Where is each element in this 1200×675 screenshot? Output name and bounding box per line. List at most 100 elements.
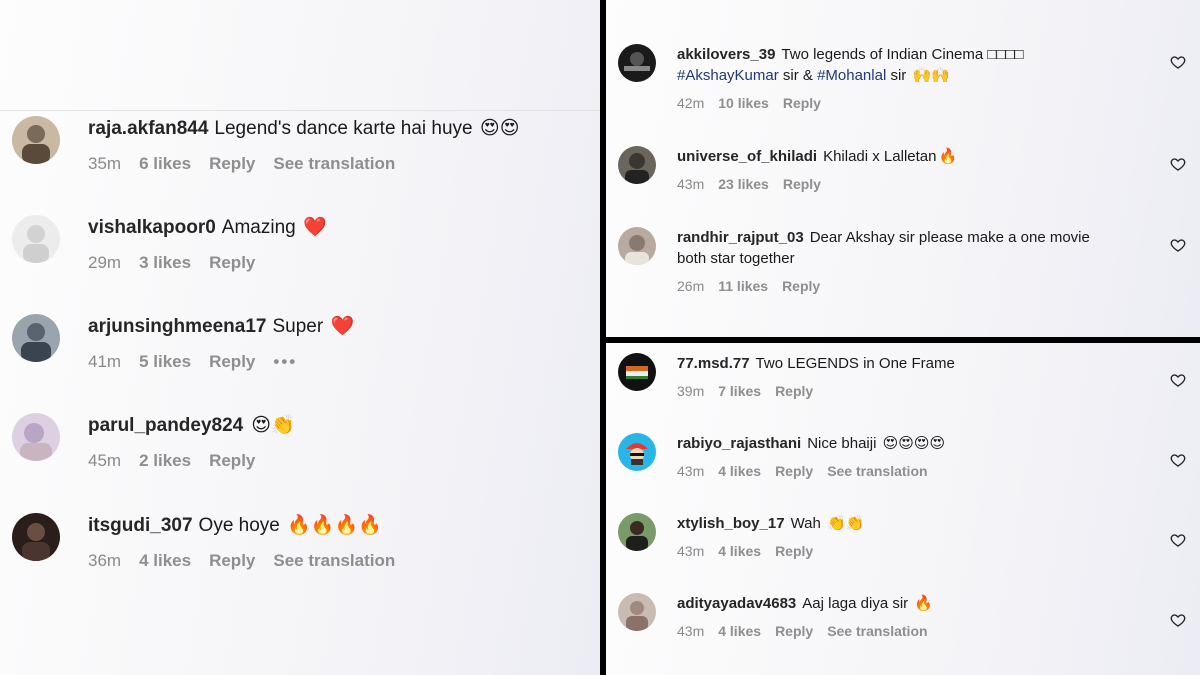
comment-meta: 41m 5 likes Reply •••	[88, 352, 560, 372]
likes-count[interactable]: 4 likes	[139, 551, 191, 571]
hashtag-link[interactable]: #Mohanlal	[817, 67, 886, 84]
comment-text: Nice bhaiji	[807, 435, 877, 452]
comment-meta: 39m 7 likes Reply	[677, 383, 1160, 399]
comment-body: universe_of_khiladi Khiladi x Lalletan 🔥 4…	[677, 146, 1160, 192]
comment-body: randhir_rajput_03 Dear Akshay sir please …	[677, 227, 1160, 294]
like-heart-icon[interactable]	[1170, 156, 1186, 172]
username-link[interactable]: raja.akfan844	[88, 118, 208, 139]
comment-body: adityayadav4683 Aaj laga diya sir 🔥 43m 4…	[677, 593, 1160, 639]
comment-meta: 26m 11 likes Reply	[677, 278, 1160, 294]
username-link[interactable]: rabiyo_rajasthani	[677, 435, 801, 452]
comment-meta: 29m 3 likes Reply	[88, 253, 560, 273]
likes-count[interactable]: 4 likes	[718, 463, 761, 479]
likes-count[interactable]: 3 likes	[139, 253, 191, 273]
reply-button[interactable]: Reply	[782, 278, 820, 294]
timestamp: 36m	[88, 551, 122, 570]
comment-text-line: universe_of_khiladi Khiladi x Lalletan 🔥	[677, 146, 1160, 167]
timestamp: 42m	[677, 95, 705, 111]
likes-count[interactable]: 7 likes	[718, 383, 761, 399]
likes-count[interactable]: 6 likes	[139, 154, 191, 174]
emoji: 😍👏	[251, 415, 295, 436]
like-heart-icon[interactable]	[1170, 452, 1186, 468]
comment-meta: 36m 4 likes Reply See translation	[88, 551, 560, 571]
emoji: ❤️	[330, 316, 355, 337]
emoji: 🔥	[938, 148, 958, 165]
reply-button[interactable]: Reply	[783, 176, 821, 192]
comment-text-line: arjunsinghmeena17 Super ❤️	[88, 314, 560, 340]
comment-body: xtylish_boy_17 Wah 👏👏 43m 4 likes Reply	[677, 513, 1160, 559]
reply-button[interactable]: Reply	[775, 543, 813, 559]
see-translation-button[interactable]: See translation	[273, 154, 395, 174]
avatar[interactable]	[618, 593, 656, 631]
avatar[interactable]	[12, 413, 60, 461]
comment-text-line: xtylish_boy_17 Wah 👏👏	[677, 513, 1160, 534]
reply-button[interactable]: Reply	[209, 253, 255, 273]
emoji: 🙌🙌	[912, 67, 950, 84]
see-translation-button[interactable]: See translation	[273, 551, 395, 571]
comment-text-line: randhir_rajput_03 Dear Akshay sir please …	[677, 227, 1160, 248]
avatar[interactable]	[12, 116, 60, 164]
reply-button[interactable]: Reply	[775, 383, 813, 399]
comment-text-line: 77.msd.77 Two LEGENDS in One Frame	[677, 353, 1160, 374]
username-link[interactable]: universe_of_khiladi	[677, 148, 817, 165]
likes-count[interactable]: 23 likes	[718, 176, 769, 192]
timestamp: 39m	[677, 383, 705, 399]
comment-body: raja.akfan844 Legend's dance karte hai hu…	[88, 116, 560, 174]
timestamp: 43m	[677, 623, 705, 639]
avatar[interactable]	[618, 513, 656, 551]
hashtag-link[interactable]: #AkshayKumar	[677, 67, 779, 84]
username-link[interactable]: xtylish_boy_17	[677, 515, 785, 532]
avatar[interactable]	[618, 146, 656, 184]
reply-button[interactable]: Reply	[209, 352, 255, 372]
username-link[interactable]: adityayadav4683	[677, 595, 796, 612]
username-link[interactable]: vishalkapoor0	[88, 217, 216, 238]
reply-button[interactable]: Reply	[775, 623, 813, 639]
comment-body: vishalkapoor0 Amazing ❤️ 29m 3 likes Repl…	[88, 215, 560, 273]
avatar[interactable]	[12, 314, 60, 362]
avatar[interactable]	[12, 215, 60, 263]
comment-meta: 35m 6 likes Reply See translation	[88, 154, 560, 174]
reply-button[interactable]: Reply	[209, 154, 255, 174]
reply-button[interactable]: Reply	[209, 451, 255, 471]
username-link[interactable]: randhir_rajput_03	[677, 229, 804, 246]
reply-button[interactable]: Reply	[783, 95, 821, 111]
username-link[interactable]: itsgudi_307	[88, 515, 193, 536]
left-comments-panel: raja.akfan844 Legend's dance karte hai hu…	[0, 0, 600, 675]
likes-count[interactable]: 4 likes	[718, 543, 761, 559]
like-heart-icon[interactable]	[1170, 54, 1186, 70]
username-link[interactable]: parul_pandey824	[88, 415, 243, 436]
likes-count[interactable]: 11 likes	[718, 278, 768, 294]
avatar[interactable]	[618, 227, 656, 265]
emoji: 🔥🔥🔥🔥	[287, 515, 382, 536]
username-link[interactable]: 77.msd.77	[677, 355, 750, 372]
timestamp: 35m	[88, 154, 122, 173]
likes-count[interactable]: 2 likes	[139, 451, 191, 471]
reply-button[interactable]: Reply	[775, 463, 813, 479]
comment-meta: 43m 4 likes Reply	[677, 543, 1160, 559]
avatar[interactable]	[618, 433, 656, 471]
comment-body: 77.msd.77 Two LEGENDS in One Frame 39m 7 …	[677, 353, 1160, 399]
avatar[interactable]	[12, 513, 60, 561]
username-link[interactable]: arjunsinghmeena17	[88, 316, 266, 337]
comment-text: Oye hoye	[198, 515, 280, 536]
likes-count[interactable]: 5 likes	[139, 352, 191, 372]
more-options-icon[interactable]: •••	[273, 352, 297, 372]
timestamp: 43m	[677, 176, 705, 192]
like-heart-icon[interactable]	[1170, 532, 1186, 548]
reply-button[interactable]: Reply	[209, 551, 255, 571]
like-heart-icon[interactable]	[1170, 237, 1186, 253]
username-link[interactable]: akkilovers_39	[677, 46, 775, 63]
likes-count[interactable]: 4 likes	[718, 623, 761, 639]
like-heart-icon[interactable]	[1170, 372, 1186, 388]
avatar[interactable]	[618, 44, 656, 82]
avatar[interactable]	[618, 353, 656, 391]
comment-text: Dear Akshay sir please make a one movie	[809, 229, 1090, 246]
comment-meta: 43m 23 likes Reply	[677, 176, 1160, 192]
see-translation-button[interactable]: See translation	[827, 463, 927, 479]
likes-count[interactable]: 10 likes	[718, 95, 769, 111]
comment-text: Two legends of Indian Cinema □□□□	[781, 46, 1024, 63]
comment-text-line: vishalkapoor0 Amazing ❤️	[88, 215, 560, 241]
like-heart-icon[interactable]	[1170, 612, 1186, 628]
see-translation-button[interactable]: See translation	[827, 623, 927, 639]
top-right-comments-panel: akkilovers_39 Two legends of Indian Cinem…	[606, 0, 1200, 337]
